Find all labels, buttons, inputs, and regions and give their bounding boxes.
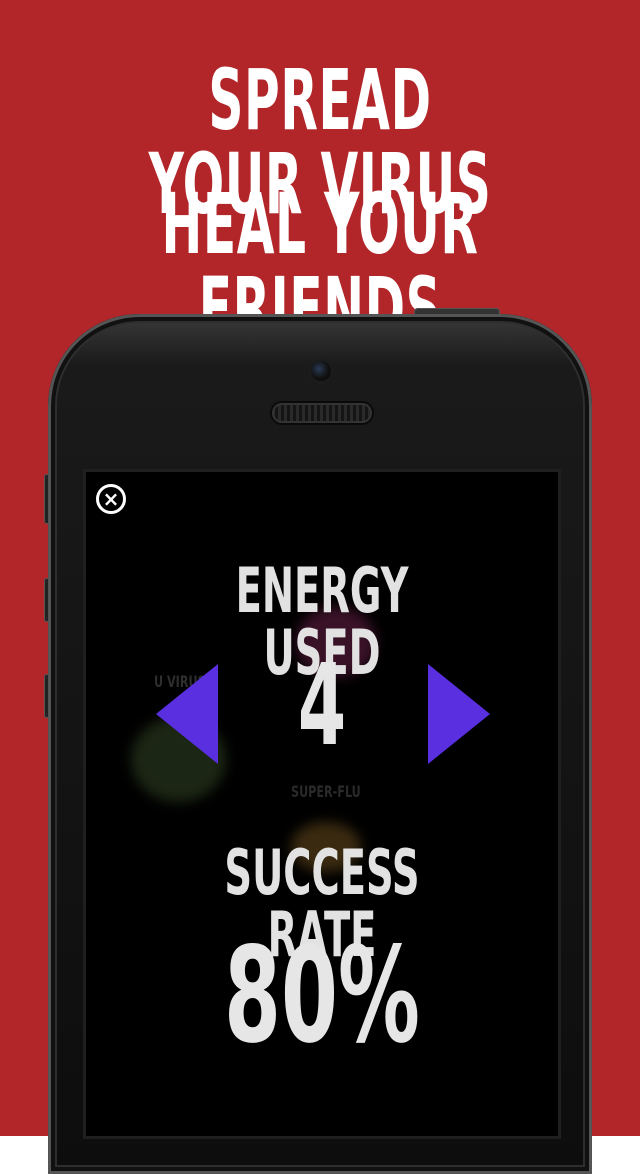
front-camera xyxy=(311,361,331,381)
phone-screen: U VIRUS SUPER-FLU × ENERGY USED 4 SUCCES… xyxy=(86,472,558,1136)
background-virus-label: SUPER-FLU xyxy=(291,782,361,801)
arrow-right-icon[interactable] xyxy=(428,664,490,764)
close-icon: × xyxy=(102,487,120,511)
success-rate-value: 80% xyxy=(224,919,420,1073)
energy-used-value: 4 xyxy=(297,641,347,771)
earpiece-speaker xyxy=(272,403,372,423)
close-button[interactable]: × xyxy=(96,484,126,514)
